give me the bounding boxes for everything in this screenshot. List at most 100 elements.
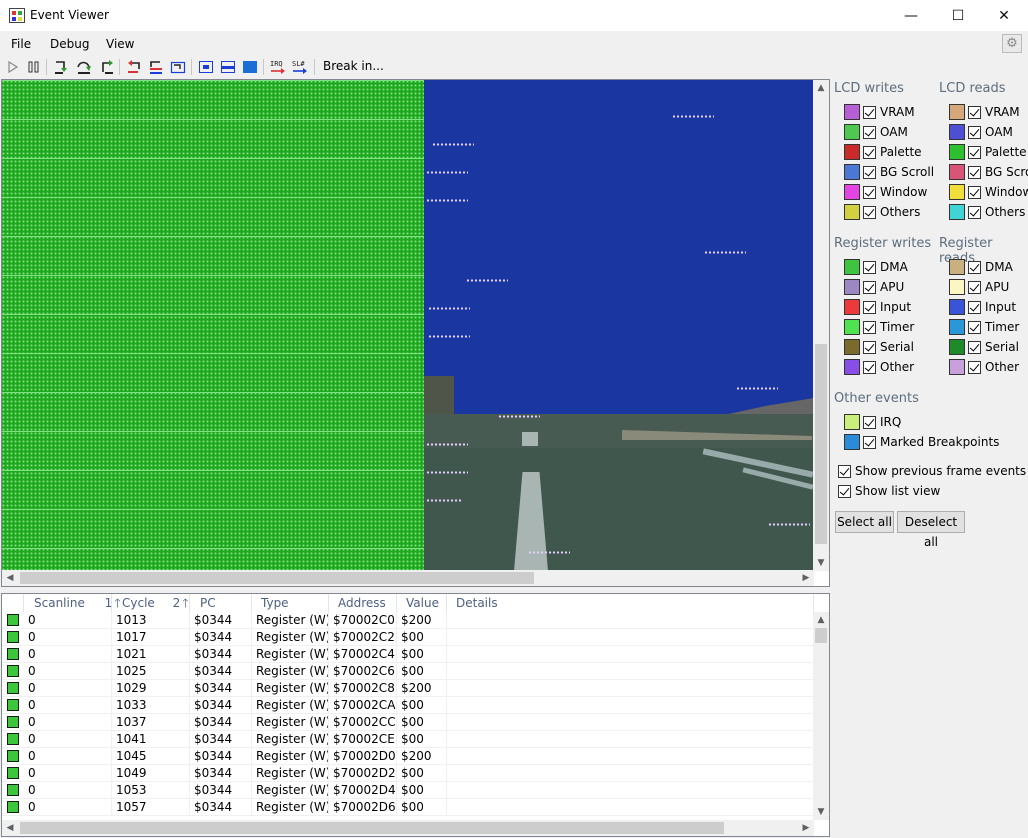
break-on-scanline-icon[interactable]: SL# bbox=[292, 59, 308, 75]
color-swatch[interactable] bbox=[844, 339, 860, 355]
option-lcd-writes-oam[interactable]: OAM bbox=[844, 123, 908, 141]
option-register-writes-other[interactable]: Other bbox=[844, 358, 914, 376]
checkbox[interactable] bbox=[968, 260, 981, 274]
option-lcd-writes-window[interactable]: Window bbox=[844, 183, 927, 201]
scroll-left-icon[interactable]: ◀ bbox=[2, 570, 18, 586]
color-swatch[interactable] bbox=[949, 319, 965, 335]
color-swatch[interactable] bbox=[949, 339, 965, 355]
select-all-button[interactable]: Select all bbox=[835, 511, 894, 533]
checkbox[interactable] bbox=[968, 340, 981, 354]
menu-file[interactable]: File bbox=[11, 37, 31, 51]
color-swatch[interactable] bbox=[949, 359, 965, 375]
table-row[interactable]: 0 1025 $0344 Register (W) $70002C6 $00 bbox=[2, 663, 814, 680]
color-swatch[interactable] bbox=[949, 164, 965, 180]
event-marker[interactable] bbox=[426, 199, 468, 202]
scroll-right-icon[interactable]: ▶ bbox=[798, 820, 814, 836]
option-register-writes-input[interactable]: Input bbox=[844, 298, 911, 316]
event-marker[interactable] bbox=[426, 471, 468, 474]
option-lcd-reads-palette[interactable]: Palette bbox=[949, 143, 1027, 161]
table-row[interactable]: 0 1033 $0344 Register (W) $70002CA $00 bbox=[2, 697, 814, 714]
scroll-up-icon[interactable]: ▲ bbox=[813, 612, 829, 628]
option-register-writes-dma[interactable]: DMA bbox=[844, 258, 908, 276]
menu-view[interactable]: View bbox=[106, 37, 134, 51]
color-swatch[interactable] bbox=[949, 144, 965, 160]
event-marker[interactable] bbox=[426, 171, 468, 174]
checkbox[interactable] bbox=[863, 320, 876, 334]
pause-icon[interactable] bbox=[26, 59, 42, 75]
color-swatch[interactable] bbox=[844, 359, 860, 375]
gear-icon[interactable]: ⚙ bbox=[1002, 34, 1022, 53]
event-marker[interactable] bbox=[498, 415, 540, 418]
option-register-reads-other[interactable]: Other bbox=[949, 358, 1019, 376]
checkbox[interactable] bbox=[968, 280, 981, 294]
option-register-reads-apu[interactable]: APU bbox=[949, 278, 1009, 296]
col-header-scanline[interactable]: Scanline 1 🡑 bbox=[24, 594, 121, 612]
color-swatch[interactable] bbox=[844, 434, 860, 450]
refresh-on-pause-icon[interactable] bbox=[198, 59, 214, 75]
color-swatch[interactable] bbox=[949, 124, 965, 140]
minimize-button[interactable]: — bbox=[888, 0, 934, 31]
table-row[interactable]: 0 1037 $0344 Register (W) $70002CC $00 bbox=[2, 714, 814, 731]
view-layout-icon[interactable] bbox=[220, 59, 236, 75]
scroll-thumb[interactable] bbox=[815, 344, 827, 544]
option-register-writes-apu[interactable]: APU bbox=[844, 278, 904, 296]
color-swatch[interactable] bbox=[844, 144, 860, 160]
color-swatch[interactable] bbox=[949, 259, 965, 275]
scroll-thumb[interactable] bbox=[20, 822, 724, 834]
checkbox[interactable] bbox=[968, 125, 981, 139]
show-previous-frame-checkbox[interactable]: Show previous frame events bbox=[838, 462, 1026, 480]
option-register-writes-serial[interactable]: Serial bbox=[844, 338, 914, 356]
col-header-value[interactable]: Value bbox=[397, 594, 447, 612]
event-marker[interactable] bbox=[736, 387, 778, 390]
event-marker[interactable] bbox=[466, 279, 508, 282]
col-header-color[interactable] bbox=[2, 594, 24, 612]
option-lcd-reads-bg-scroll[interactable]: BG Scroll bbox=[949, 163, 1028, 181]
checkbox[interactable] bbox=[968, 145, 981, 159]
run-icon[interactable] bbox=[5, 59, 21, 75]
table-row[interactable]: 0 1041 $0344 Register (W) $70002CE $00 bbox=[2, 731, 814, 748]
scroll-left-icon[interactable]: ◀ bbox=[2, 820, 18, 836]
checkbox[interactable] bbox=[968, 185, 981, 199]
color-swatch[interactable] bbox=[844, 124, 860, 140]
checkbox[interactable] bbox=[863, 415, 876, 429]
col-header-cycle[interactable]: Cycle 2 🡑 bbox=[112, 594, 190, 612]
option-lcd-writes-bg-scroll[interactable]: BG Scroll bbox=[844, 163, 934, 181]
checkbox[interactable] bbox=[968, 205, 981, 219]
event-marker[interactable] bbox=[704, 251, 746, 254]
checkbox[interactable] bbox=[968, 300, 981, 314]
color-swatch[interactable] bbox=[844, 259, 860, 275]
fill-view-icon[interactable] bbox=[242, 59, 258, 75]
option-register-reads-timer[interactable]: Timer bbox=[949, 318, 1019, 336]
checkbox[interactable] bbox=[863, 300, 876, 314]
option-lcd-writes-palette[interactable]: Palette bbox=[844, 143, 922, 161]
show-list-view-checkbox[interactable]: Show list view bbox=[838, 482, 940, 500]
option-lcd-reads-oam[interactable]: OAM bbox=[949, 123, 1013, 141]
col-header-pc[interactable]: PC bbox=[190, 594, 252, 612]
step-back-scanline-icon[interactable] bbox=[126, 59, 142, 75]
color-swatch[interactable] bbox=[844, 164, 860, 180]
event-marker[interactable] bbox=[672, 115, 714, 118]
scroll-up-icon[interactable]: ▲ bbox=[813, 80, 829, 96]
color-swatch[interactable] bbox=[844, 319, 860, 335]
color-swatch[interactable] bbox=[949, 299, 965, 315]
col-header-type[interactable]: Type bbox=[252, 594, 329, 612]
canvas-horizontal-scrollbar[interactable]: ◀ ▶ bbox=[2, 570, 814, 586]
checkbox[interactable] bbox=[968, 360, 981, 374]
scroll-thumb[interactable] bbox=[20, 572, 534, 584]
scroll-down-icon[interactable]: ▼ bbox=[813, 804, 829, 820]
canvas-vertical-scrollbar[interactable]: ▲ ▼ bbox=[813, 80, 829, 571]
color-swatch[interactable] bbox=[844, 184, 860, 200]
table-row[interactable]: 0 1021 $0344 Register (W) $70002C4 $00 bbox=[2, 646, 814, 663]
event-marker[interactable] bbox=[426, 443, 468, 446]
option-lcd-writes-others[interactable]: Others bbox=[844, 203, 920, 221]
scroll-thumb[interactable] bbox=[815, 628, 827, 643]
checkbox[interactable] bbox=[863, 340, 876, 354]
checkbox[interactable] bbox=[863, 260, 876, 274]
step-out-icon[interactable] bbox=[99, 59, 115, 75]
event-marker[interactable] bbox=[528, 551, 570, 554]
checkbox[interactable] bbox=[968, 320, 981, 334]
deselect-all-button[interactable]: Deselect all bbox=[897, 511, 965, 549]
scroll-right-icon[interactable]: ▶ bbox=[798, 570, 814, 586]
table-row[interactable]: 0 1045 $0344 Register (W) $70002D0 $200 bbox=[2, 748, 814, 765]
checkbox[interactable] bbox=[863, 125, 876, 139]
